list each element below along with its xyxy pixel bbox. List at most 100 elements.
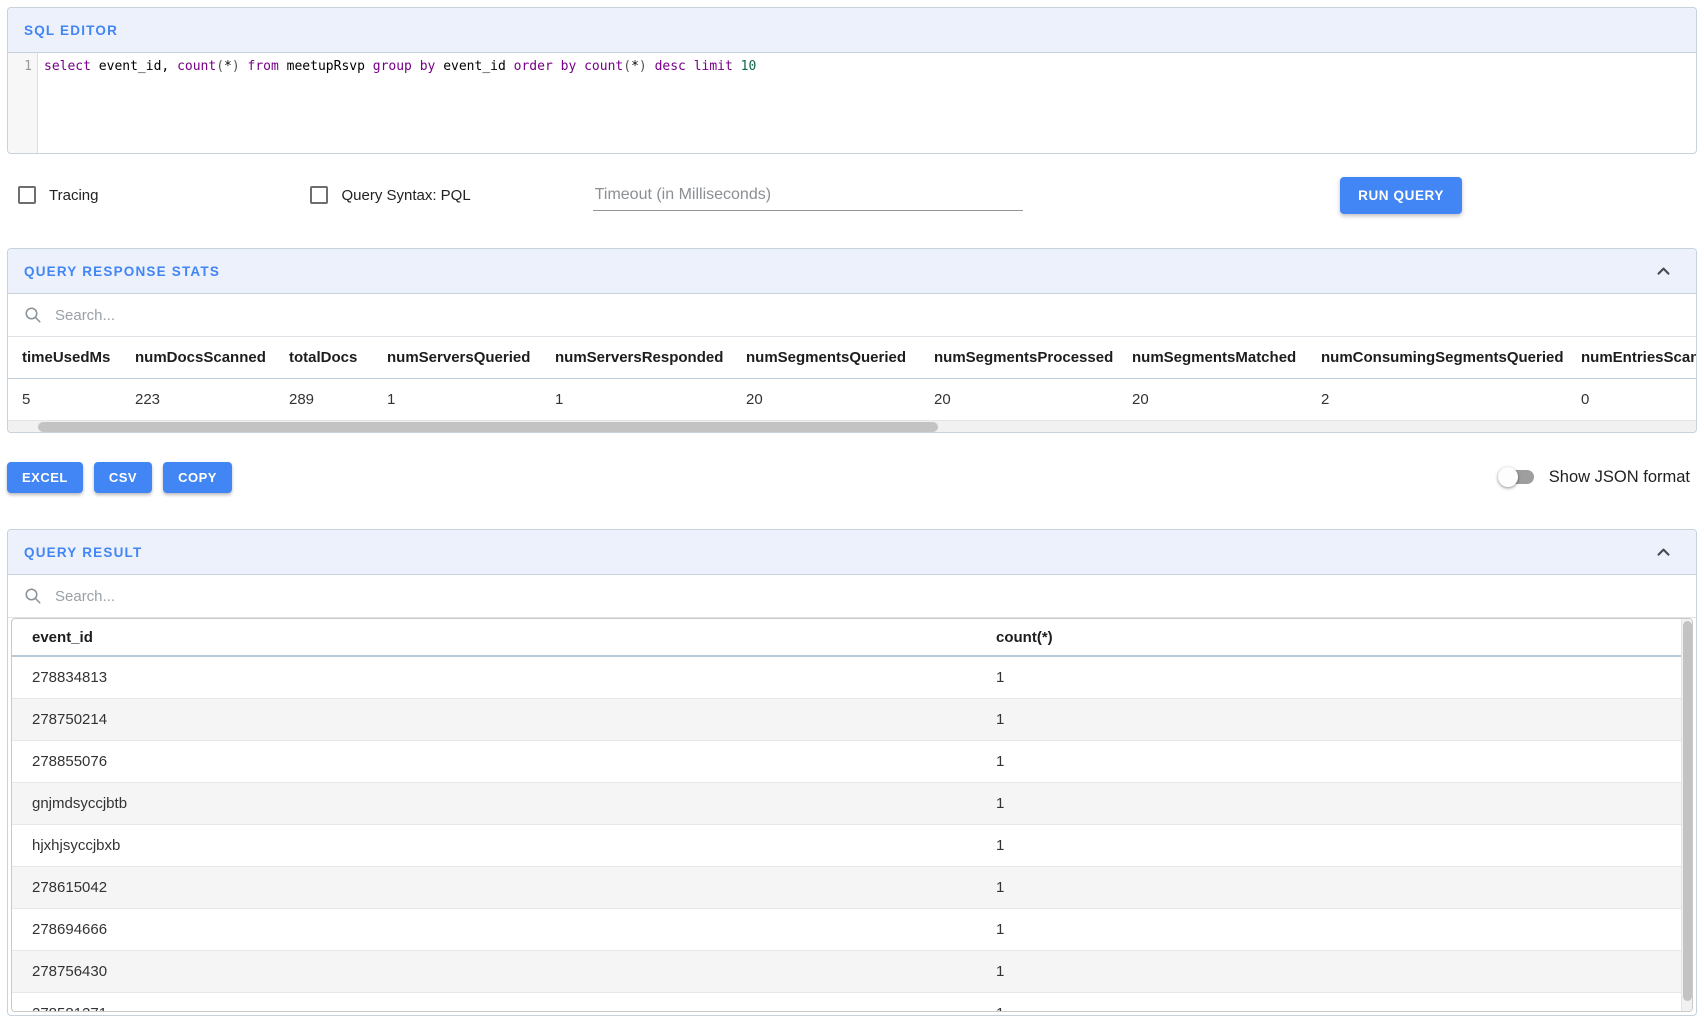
result-table: event_idcount(*) 27883481312787502141278…	[11, 618, 1693, 1012]
sql-token-keyword: limit	[694, 59, 733, 74]
result-cell-event-id: gnjmdsyccjbtb	[12, 783, 976, 824]
result-cell-event-id: hjxhjsyccjbxb	[12, 825, 976, 866]
result-column-header: event_id	[12, 629, 976, 646]
result-cell-event-id: 278694666	[12, 909, 976, 950]
sql-token-plain	[686, 59, 694, 74]
result-cell-count: 1	[976, 783, 1666, 824]
result-table-row: 2787564301	[12, 951, 1692, 993]
sql-token-plain: event_id	[435, 59, 513, 74]
sql-token-paren: (	[623, 59, 631, 74]
result-panel-header: QUERY RESULT	[8, 530, 1696, 575]
pql-checkbox-group[interactable]: Query Syntax: PQL	[310, 186, 470, 204]
horizontal-scrollbar-thumb[interactable]	[38, 422, 938, 432]
show-json-toggle[interactable]	[1498, 466, 1536, 488]
stats-panel-title: QUERY RESPONSE STATS	[24, 264, 220, 279]
sql-token-keyword: group by	[373, 59, 436, 74]
sql-token-plain: meetupRsvp	[279, 59, 373, 74]
result-cell-count: 1	[976, 993, 1666, 1012]
sql-token-plain	[733, 59, 741, 74]
sql-token-keyword: select	[44, 59, 91, 74]
sql-query-text: select event_id, count(*) from meetupRsv…	[38, 53, 756, 153]
query-controls-row: Tracing Query Syntax: PQL RUN QUERY	[18, 174, 1704, 216]
pql-checkbox[interactable]	[310, 186, 328, 204]
stats-table: timeUsedMsnumDocsScannedtotalDocsnumServ…	[8, 337, 1696, 420]
stats-collapse-button[interactable]	[1651, 261, 1676, 282]
vertical-scrollbar-thumb[interactable]	[1683, 621, 1692, 1001]
stats-value-cell: 1	[541, 379, 732, 420]
stats-panel-header: QUERY RESPONSE STATS	[8, 249, 1696, 294]
result-cell-event-id: 278581271	[12, 993, 976, 1012]
stats-search-row	[8, 294, 1696, 337]
sql-editor-title: SQL EDITOR	[24, 23, 118, 38]
query-result-panel: QUERY RESULT event_idcount(*) 2788348131…	[7, 529, 1697, 1016]
sql-code-editor[interactable]: 1 select event_id, count(*) from meetupR…	[8, 53, 1696, 153]
sql-token-paren: (	[216, 59, 224, 74]
stats-column-header: timeUsedMs	[8, 337, 121, 378]
result-cell-event-id: 278834813	[12, 657, 976, 698]
result-table-header-row: event_idcount(*)	[12, 619, 1692, 657]
toggle-knob[interactable]	[1498, 467, 1518, 487]
sql-token-plain	[240, 59, 248, 74]
result-column-header: count(*)	[976, 629, 1666, 646]
sql-token-plain: *	[631, 59, 639, 74]
query-response-stats-panel: QUERY RESPONSE STATS timeUsedMsnumDocsSc…	[7, 248, 1697, 433]
result-cell-count: 1	[976, 867, 1666, 908]
stats-column-header: totalDocs	[275, 337, 373, 378]
result-cell-event-id: 278756430	[12, 951, 976, 992]
run-query-button[interactable]: RUN QUERY	[1340, 177, 1462, 214]
pql-label: Query Syntax: PQL	[341, 187, 470, 204]
tracing-label: Tracing	[49, 187, 98, 204]
stats-search-input[interactable]	[53, 306, 1696, 325]
stats-column-header: numDocsScanned	[121, 337, 275, 378]
stats-column-header: numSegmentsMatched	[1118, 337, 1307, 378]
stats-value-cell: 20	[1118, 379, 1307, 420]
stats-column-header: numServersResponded	[541, 337, 732, 378]
result-cell-count: 1	[976, 951, 1666, 992]
result-cell-count: 1	[976, 699, 1666, 740]
vertical-scrollbar[interactable]	[1681, 619, 1692, 1011]
stats-value-cell: 289	[275, 379, 373, 420]
result-table-body: 278834813127875021412788550761gnjmdsyccj…	[12, 657, 1692, 1012]
search-icon	[24, 587, 42, 605]
copy-button[interactable]: COPY	[163, 462, 232, 493]
result-table-row: 2788550761	[12, 741, 1692, 783]
sql-token-keyword: count	[584, 59, 623, 74]
result-cell-count: 1	[976, 741, 1666, 782]
sql-token-plain: event_id,	[91, 59, 177, 74]
export-row: EXCEL CSV COPY Show JSON format	[7, 461, 1690, 493]
stats-table-value-row: 52232891120202020	[8, 379, 1696, 420]
chevron-up-icon	[1655, 544, 1672, 561]
result-cell-count: 1	[976, 825, 1666, 866]
result-table-row: hjxhjsyccjbxb1	[12, 825, 1692, 867]
stats-table-header-row: timeUsedMsnumDocsScannedtotalDocsnumServ…	[8, 337, 1696, 379]
tracing-checkbox[interactable]	[18, 186, 36, 204]
sql-token-paren: )	[232, 59, 240, 74]
stats-column-header: numSegmentsProcessed	[920, 337, 1118, 378]
stats-value-cell: 5	[8, 379, 121, 420]
csv-button[interactable]: CSV	[94, 462, 152, 493]
result-table-row: 2785812711	[12, 993, 1692, 1012]
excel-button[interactable]: EXCEL	[7, 462, 83, 493]
result-table-row: gnjmdsyccjbtb1	[12, 783, 1692, 825]
timeout-input[interactable]	[593, 180, 1023, 211]
tracing-checkbox-group[interactable]: Tracing	[18, 186, 98, 204]
result-panel-title: QUERY RESULT	[24, 545, 142, 560]
stats-column-header: numServersQueried	[373, 337, 541, 378]
stats-value-cell: 20	[732, 379, 920, 420]
stats-value-cell: 2	[1307, 379, 1567, 420]
sql-token-keyword: order by	[514, 59, 577, 74]
search-icon	[24, 306, 42, 324]
result-search-row	[8, 575, 1696, 618]
result-table-row: 2787502141	[12, 699, 1692, 741]
sql-token-plain	[576, 59, 584, 74]
sql-editor-header: SQL EDITOR	[8, 8, 1696, 53]
result-cell-event-id: 278750214	[12, 699, 976, 740]
stats-column-header: numEntriesScanned	[1567, 337, 1696, 378]
horizontal-scrollbar[interactable]	[8, 420, 1696, 432]
stats-value-cell: 0	[1567, 379, 1696, 420]
result-cell-event-id: 278615042	[12, 867, 976, 908]
result-collapse-button[interactable]	[1651, 542, 1676, 563]
result-search-input[interactable]	[53, 587, 1696, 606]
sql-token-paren: )	[639, 59, 647, 74]
stats-column-header: numSegmentsQueried	[732, 337, 920, 378]
